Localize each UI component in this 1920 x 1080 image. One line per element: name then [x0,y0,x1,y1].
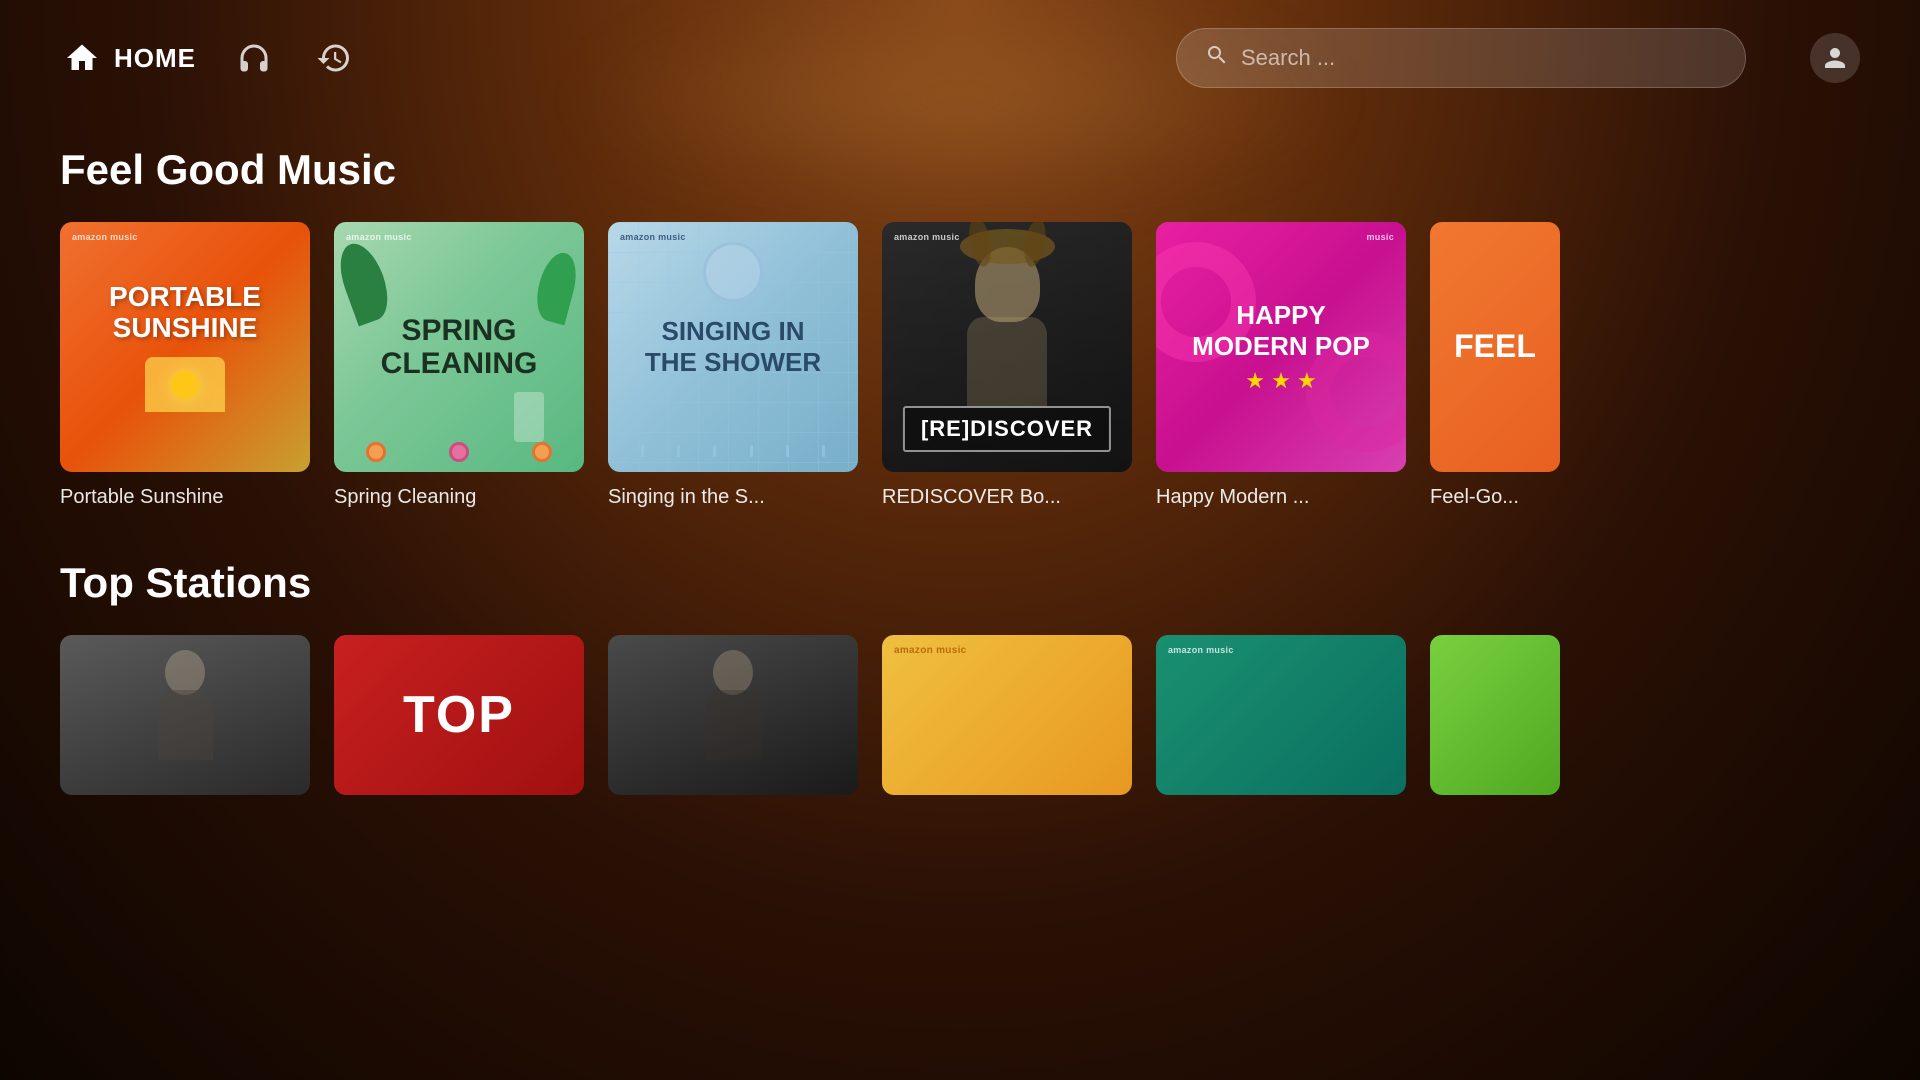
card-stars-5: ★ ★ ★ [1245,368,1316,394]
bottom-card-5[interactable]: amazon music [1156,635,1406,795]
feel-good-cards-row: amazon music PORTABLESUNSHINE Portable S… [60,222,1860,509]
top-stations-cards-row: TOP [60,635,1860,795]
card-title-4: REDISCOVER Bo... [882,486,1132,509]
search-placeholder: Search ... [1241,45,1717,71]
bc5-badge: amazon music [1168,645,1234,655]
top-label: TOP [403,685,515,745]
card-rediscover[interactable]: amazon music [882,222,1132,509]
home-label: HOME [114,43,196,74]
card-badge-5: music [1366,232,1394,242]
card-badge-2: amazon music [346,232,412,242]
card-shower[interactable]: amazon music SINGING INTHE SHOWER [608,222,858,509]
card-title-5: Happy Modern ... [1156,486,1406,509]
bottom-card-top[interactable]: TOP [334,635,584,795]
feel-good-section: Feel Good Music amazon music PORTABLESUN… [0,146,1920,509]
profile-icon[interactable] [1810,33,1860,83]
card-happy-modern[interactable]: music HAPPYMODERN POP ★ ★ ★ Happy Modern… [1156,222,1406,509]
nav-home[interactable]: HOME [60,36,196,80]
rediscover-badge-text: [RE]DISCOVER [921,416,1093,441]
card-art-text-5: HAPPYMODERN POP [1192,300,1370,362]
bc4-badge: amazon music [894,645,967,656]
header: HOME Search ... [0,0,1920,116]
card-art-text-6: FEEL [1454,329,1536,364]
card-spring-cleaning[interactable]: amazon music SPRINGCLEANING [334,222,584,509]
card-title-6: Feel-Go... [1430,486,1560,509]
card-title-1: Portable Sunshine [60,486,310,509]
bottom-card-4[interactable]: amazon music [882,635,1132,795]
top-stations-section: Top Stations [0,559,1920,795]
headphones-icon[interactable] [232,36,276,80]
bottom-card-1[interactable] [60,635,310,795]
card-feel-good-partial[interactable]: FEEL Feel-Go... [1430,222,1560,509]
history-icon[interactable] [312,36,356,80]
top-stations-title: Top Stations [60,559,1860,607]
card-badge-1: amazon music [72,232,138,242]
feel-good-title: Feel Good Music [60,146,1860,194]
card-art-text-2: SPRINGCLEANING [381,314,538,380]
home-icon [60,36,104,80]
card-art-text-3: SINGING INTHE SHOWER [645,316,821,378]
search-bar[interactable]: Search ... [1176,28,1746,88]
card-portable-sunshine[interactable]: amazon music PORTABLESUNSHINE Portable S… [60,222,310,509]
bottom-card-3[interactable] [608,635,858,795]
search-icon [1205,43,1229,73]
card-title-2: Spring Cleaning [334,486,584,509]
card-title-3: Singing in the S... [608,486,858,509]
bottom-card-6-partial[interactable] [1430,635,1560,795]
card-badge-4: amazon music [894,232,960,242]
card-art-text-1: PORTABLESUNSHINE [109,282,261,344]
